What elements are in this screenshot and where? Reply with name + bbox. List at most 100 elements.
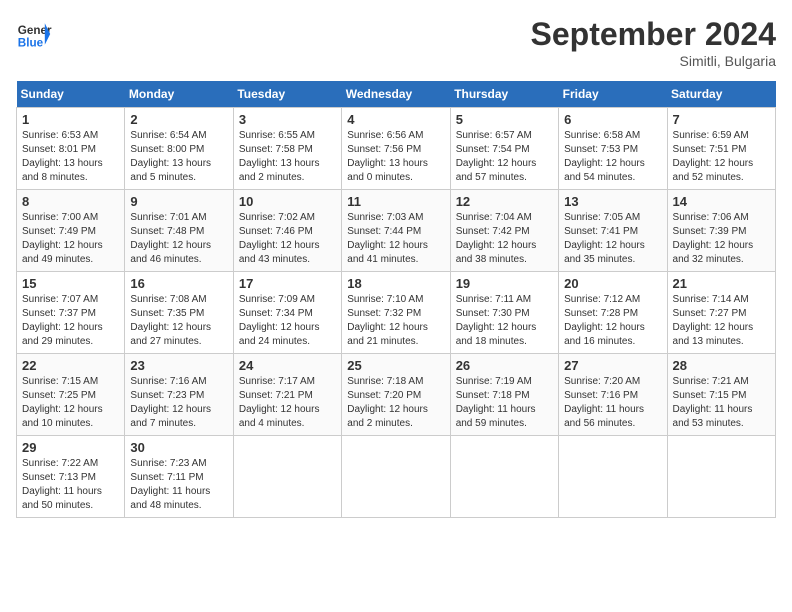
day-number: 22 <box>22 358 119 373</box>
day-number: 25 <box>347 358 444 373</box>
day-info: Sunrise: 7:00 AM Sunset: 7:49 PM Dayligh… <box>22 211 119 267</box>
day-number: 10 <box>239 194 336 209</box>
day-info: Sunrise: 7:06 AM Sunset: 7:39 PM Dayligh… <box>673 211 770 267</box>
day-info: Sunrise: 6:57 AM Sunset: 7:54 PM Dayligh… <box>456 129 553 185</box>
day-info: Sunrise: 7:09 AM Sunset: 7:34 PM Dayligh… <box>239 293 336 349</box>
day-info: Sunrise: 7:17 AM Sunset: 7:21 PM Dayligh… <box>239 375 336 431</box>
day-info: Sunrise: 7:04 AM Sunset: 7:42 PM Dayligh… <box>456 211 553 267</box>
day-of-week-header: Sunday <box>17 81 125 108</box>
day-of-week-header: Saturday <box>667 81 775 108</box>
title-block: September 2024 Simitli, Bulgaria <box>531 16 776 69</box>
day-info: Sunrise: 7:20 AM Sunset: 7:16 PM Dayligh… <box>564 375 661 431</box>
day-number: 29 <box>22 440 119 455</box>
day-of-week-header: Wednesday <box>342 81 450 108</box>
day-info: Sunrise: 7:23 AM Sunset: 7:11 PM Dayligh… <box>130 457 227 513</box>
day-number: 13 <box>564 194 661 209</box>
day-info: Sunrise: 7:19 AM Sunset: 7:18 PM Dayligh… <box>456 375 553 431</box>
day-number: 15 <box>22 276 119 291</box>
day-info: Sunrise: 7:07 AM Sunset: 7:37 PM Dayligh… <box>22 293 119 349</box>
calendar-day-cell: 23 Sunrise: 7:16 AM Sunset: 7:23 PM Dayli… <box>125 354 233 436</box>
calendar-day-cell: 13 Sunrise: 7:05 AM Sunset: 7:41 PM Dayli… <box>559 190 667 272</box>
calendar-day-cell <box>233 436 341 518</box>
day-number: 6 <box>564 112 661 127</box>
day-number: 11 <box>347 194 444 209</box>
calendar-week-row: 15 Sunrise: 7:07 AM Sunset: 7:37 PM Dayli… <box>17 272 776 354</box>
calendar-day-cell: 16Sunrise: 7:08 AM Sunset: 7:35 PM Dayli… <box>125 272 233 354</box>
calendar-week-row: 29 Sunrise: 7:22 AM Sunset: 7:13 PM Dayli… <box>17 436 776 518</box>
calendar-day-cell: 12 Sunrise: 7:04 AM Sunset: 7:42 PM Dayli… <box>450 190 558 272</box>
day-info: Sunrise: 6:53 AM Sunset: 8:01 PM Dayligh… <box>22 129 119 185</box>
logo-icon: General Blue <box>16 16 52 52</box>
calendar-day-cell: 28Sunrise: 7:21 AM Sunset: 7:15 PM Dayli… <box>667 354 775 436</box>
day-number: 20 <box>564 276 661 291</box>
day-of-week-header: Tuesday <box>233 81 341 108</box>
day-number: 17 <box>239 276 336 291</box>
day-info: Sunrise: 7:22 AM Sunset: 7:13 PM Dayligh… <box>22 457 119 513</box>
calendar-day-cell: 4 Sunrise: 6:56 AM Sunset: 7:56 PM Daylig… <box>342 108 450 190</box>
day-info: Sunrise: 7:15 AM Sunset: 7:25 PM Dayligh… <box>22 375 119 431</box>
day-number: 24 <box>239 358 336 373</box>
calendar-day-cell: 18Sunrise: 7:10 AM Sunset: 7:32 PM Dayli… <box>342 272 450 354</box>
calendar-day-cell: 19 Sunrise: 7:11 AM Sunset: 7:30 PM Dayli… <box>450 272 558 354</box>
day-info: Sunrise: 6:56 AM Sunset: 7:56 PM Dayligh… <box>347 129 444 185</box>
day-number: 3 <box>239 112 336 127</box>
day-info: Sunrise: 7:14 AM Sunset: 7:27 PM Dayligh… <box>673 293 770 349</box>
day-info: Sunrise: 7:05 AM Sunset: 7:41 PM Dayligh… <box>564 211 661 267</box>
day-info: Sunrise: 7:18 AM Sunset: 7:20 PM Dayligh… <box>347 375 444 431</box>
day-number: 23 <box>130 358 227 373</box>
day-number: 21 <box>673 276 770 291</box>
calendar-day-cell: 15 Sunrise: 7:07 AM Sunset: 7:37 PM Dayli… <box>17 272 125 354</box>
calendar-day-cell: 22 Sunrise: 7:15 AM Sunset: 7:25 PM Dayli… <box>17 354 125 436</box>
day-number: 16 <box>130 276 227 291</box>
location: Simitli, Bulgaria <box>531 53 776 69</box>
day-info: Sunrise: 7:16 AM Sunset: 7:23 PM Dayligh… <box>130 375 227 431</box>
calendar-day-cell <box>559 436 667 518</box>
day-info: Sunrise: 7:01 AM Sunset: 7:48 PM Dayligh… <box>130 211 227 267</box>
day-of-week-header: Thursday <box>450 81 558 108</box>
calendar-day-cell: 2 Sunrise: 6:54 AM Sunset: 8:00 PM Daylig… <box>125 108 233 190</box>
day-number: 19 <box>456 276 553 291</box>
calendar-day-cell: 6 Sunrise: 6:58 AM Sunset: 7:53 PM Daylig… <box>559 108 667 190</box>
calendar-day-cell: 14 Sunrise: 7:06 AM Sunset: 7:39 PM Dayli… <box>667 190 775 272</box>
day-info: Sunrise: 7:11 AM Sunset: 7:30 PM Dayligh… <box>456 293 553 349</box>
page-header: General Blue September 2024 Simitli, Bul… <box>16 16 776 69</box>
day-number: 26 <box>456 358 553 373</box>
calendar-day-cell: 5Sunrise: 6:57 AM Sunset: 7:54 PM Daylig… <box>450 108 558 190</box>
day-number: 12 <box>456 194 553 209</box>
day-info: Sunrise: 6:55 AM Sunset: 7:58 PM Dayligh… <box>239 129 336 185</box>
day-info: Sunrise: 7:12 AM Sunset: 7:28 PM Dayligh… <box>564 293 661 349</box>
day-info: Sunrise: 7:03 AM Sunset: 7:44 PM Dayligh… <box>347 211 444 267</box>
calendar-week-row: 22 Sunrise: 7:15 AM Sunset: 7:25 PM Dayli… <box>17 354 776 436</box>
day-number: 4 <box>347 112 444 127</box>
day-info: Sunrise: 6:59 AM Sunset: 7:51 PM Dayligh… <box>673 129 770 185</box>
calendar-week-row: 8Sunrise: 7:00 AM Sunset: 7:49 PM Daylig… <box>17 190 776 272</box>
calendar-day-cell: 11 Sunrise: 7:03 AM Sunset: 7:44 PM Dayli… <box>342 190 450 272</box>
calendar-day-cell: 27 Sunrise: 7:20 AM Sunset: 7:16 PM Dayli… <box>559 354 667 436</box>
calendar-day-cell: 25 Sunrise: 7:18 AM Sunset: 7:20 PM Dayli… <box>342 354 450 436</box>
day-number: 30 <box>130 440 227 455</box>
calendar-day-cell: 3 Sunrise: 6:55 AM Sunset: 7:58 PM Daylig… <box>233 108 341 190</box>
logo: General Blue <box>16 16 52 52</box>
day-info: Sunrise: 6:58 AM Sunset: 7:53 PM Dayligh… <box>564 129 661 185</box>
day-info: Sunrise: 6:54 AM Sunset: 8:00 PM Dayligh… <box>130 129 227 185</box>
calendar-day-cell <box>450 436 558 518</box>
day-number: 27 <box>564 358 661 373</box>
calendar-day-cell: 1Sunrise: 6:53 AM Sunset: 8:01 PM Daylig… <box>17 108 125 190</box>
calendar-table: SundayMondayTuesdayWednesdayThursdayFrid… <box>16 81 776 518</box>
day-info: Sunrise: 7:21 AM Sunset: 7:15 PM Dayligh… <box>673 375 770 431</box>
calendar-day-cell <box>342 436 450 518</box>
calendar-day-cell: 9Sunrise: 7:01 AM Sunset: 7:48 PM Daylig… <box>125 190 233 272</box>
day-of-week-header: Friday <box>559 81 667 108</box>
calendar-day-cell: 17 Sunrise: 7:09 AM Sunset: 7:34 PM Dayli… <box>233 272 341 354</box>
calendar-day-cell: 30 Sunrise: 7:23 AM Sunset: 7:11 PM Dayli… <box>125 436 233 518</box>
day-of-week-header: Monday <box>125 81 233 108</box>
day-number: 14 <box>673 194 770 209</box>
svg-text:Blue: Blue <box>18 37 44 50</box>
calendar-day-cell: 29 Sunrise: 7:22 AM Sunset: 7:13 PM Dayli… <box>17 436 125 518</box>
day-number: 18 <box>347 276 444 291</box>
day-number: 2 <box>130 112 227 127</box>
calendar-day-cell: 8Sunrise: 7:00 AM Sunset: 7:49 PM Daylig… <box>17 190 125 272</box>
calendar-day-cell: 10Sunrise: 7:02 AM Sunset: 7:46 PM Dayli… <box>233 190 341 272</box>
day-number: 7 <box>673 112 770 127</box>
month-title: September 2024 <box>531 16 776 53</box>
